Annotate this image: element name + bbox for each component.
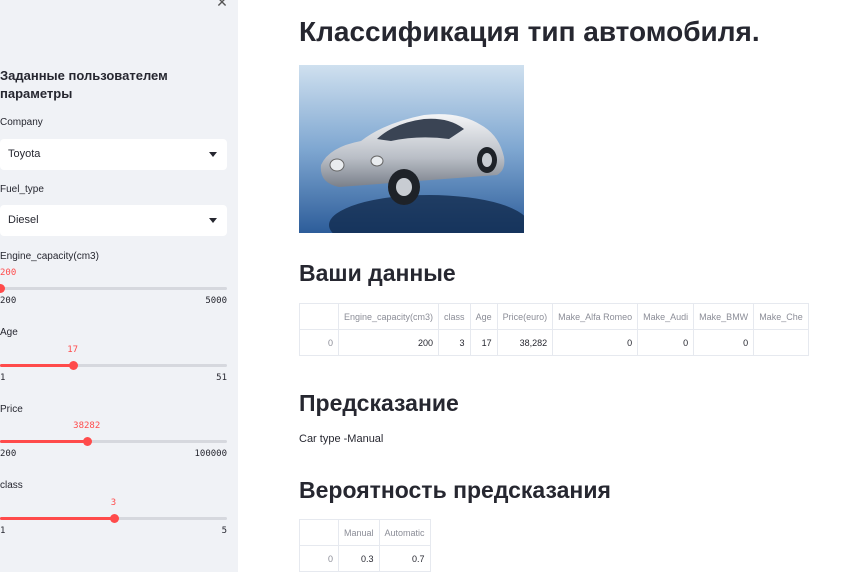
table-cell xyxy=(753,329,809,356)
table-header: Make_BMW xyxy=(693,303,755,330)
slider-fill xyxy=(0,517,114,520)
table-header: Engine_capacity(cm3) xyxy=(337,303,440,330)
fuel-type-value: Diesel xyxy=(8,214,39,226)
sidebar-title: Заданные пользователем параметры xyxy=(0,68,168,101)
table-header: Manual xyxy=(338,519,380,546)
table-cell: 0 xyxy=(693,329,755,356)
close-icon[interactable]: ✕ xyxy=(214,0,230,10)
company-value: Toyota xyxy=(8,148,41,160)
chevron-down-icon xyxy=(209,152,217,157)
slider-thumb[interactable] xyxy=(68,361,78,370)
table-cell: 0 xyxy=(299,545,339,572)
table-header xyxy=(299,519,339,546)
engine-capacity-label: Engine_capacity(cm3) xyxy=(0,251,99,262)
page-title: Классификация тип автомобиля. xyxy=(299,16,760,47)
slider-value: 17 xyxy=(67,345,79,355)
age-slider[interactable]: 17 1 51 xyxy=(0,345,227,396)
slider-min: 200 xyxy=(0,296,17,306)
slider-min: 200 xyxy=(0,449,17,459)
price-label: Price xyxy=(0,404,23,415)
slider-value: 200 xyxy=(0,268,17,278)
table-header: Make_Audi xyxy=(637,303,695,330)
class-slider[interactable]: 3 1 5 xyxy=(0,498,227,549)
slider-max: 100000 xyxy=(194,449,227,459)
main-content: Классификация тип автомобиля. Ваши данны… xyxy=(238,0,845,572)
slider-value: 38282 xyxy=(73,421,101,431)
car-image xyxy=(299,65,524,233)
company-label: Company xyxy=(0,117,43,128)
price-slider[interactable]: 38282 200 100000 xyxy=(0,421,227,472)
slider-min: 1 xyxy=(0,526,6,536)
table-header: Automatic xyxy=(378,519,431,546)
slider-thumb[interactable] xyxy=(109,514,119,523)
sidebar: ✕ Заданные пользователем параметры Compa… xyxy=(0,0,238,572)
table-cell: 0.3 xyxy=(338,545,380,572)
table-cell: 0 xyxy=(299,329,339,356)
table-header-row: Manual Automatic xyxy=(299,519,431,546)
table-cell: 0 xyxy=(552,329,639,356)
table-cell: 17 xyxy=(469,329,498,356)
table-cell: 0 xyxy=(637,329,695,356)
slider-fill xyxy=(0,364,73,367)
table-row: 0 0.3 0.7 xyxy=(299,545,431,572)
slider-fill xyxy=(0,440,87,443)
company-select[interactable]: Toyota xyxy=(0,139,227,170)
slider-track xyxy=(0,287,227,290)
probability-table: Manual Automatic 0 0.3 0.7 xyxy=(299,519,431,572)
engine-capacity-slider[interactable]: 200 200 5000 xyxy=(0,268,227,319)
table-header: Age xyxy=(469,303,498,330)
slider-max: 51 xyxy=(216,373,227,383)
probability-heading: Вероятность предсказания xyxy=(299,477,611,503)
slider-value: 3 xyxy=(110,498,117,508)
table-cell: 0.7 xyxy=(378,545,431,572)
table-cell: 38,282 xyxy=(496,329,554,356)
table-header: class xyxy=(438,303,471,330)
slider-max: 5000 xyxy=(205,296,227,306)
slider-min: 1 xyxy=(0,373,6,383)
slider-thumb[interactable] xyxy=(0,284,5,293)
slider-thumb[interactable] xyxy=(82,437,92,446)
slider-max: 5 xyxy=(221,526,227,536)
data-table: Engine_capacity(cm3) class Age Price(eur… xyxy=(299,303,809,356)
table-cell: 200 xyxy=(337,329,440,356)
table-header: Make_Alfa Romeo xyxy=(552,303,639,330)
fuel-type-select[interactable]: Diesel xyxy=(0,205,227,236)
prediction-text: Car type -Manual xyxy=(299,433,384,445)
age-label: Age xyxy=(0,327,18,338)
table-cell: 3 xyxy=(438,329,471,356)
table-row: 0 200 3 17 38,282 0 0 0 xyxy=(299,329,809,356)
table-header-row: Engine_capacity(cm3) class Age Price(eur… xyxy=(299,303,809,330)
table-header xyxy=(299,303,339,330)
data-heading: Ваши данные xyxy=(299,260,456,286)
class-label: class xyxy=(0,480,23,491)
table-header: Price(euro) xyxy=(496,303,554,330)
table-header: Make_Che xyxy=(753,303,809,330)
chevron-down-icon xyxy=(209,218,217,223)
prediction-heading: Предсказание xyxy=(299,390,459,416)
fuel-type-label: Fuel_type xyxy=(0,184,44,195)
